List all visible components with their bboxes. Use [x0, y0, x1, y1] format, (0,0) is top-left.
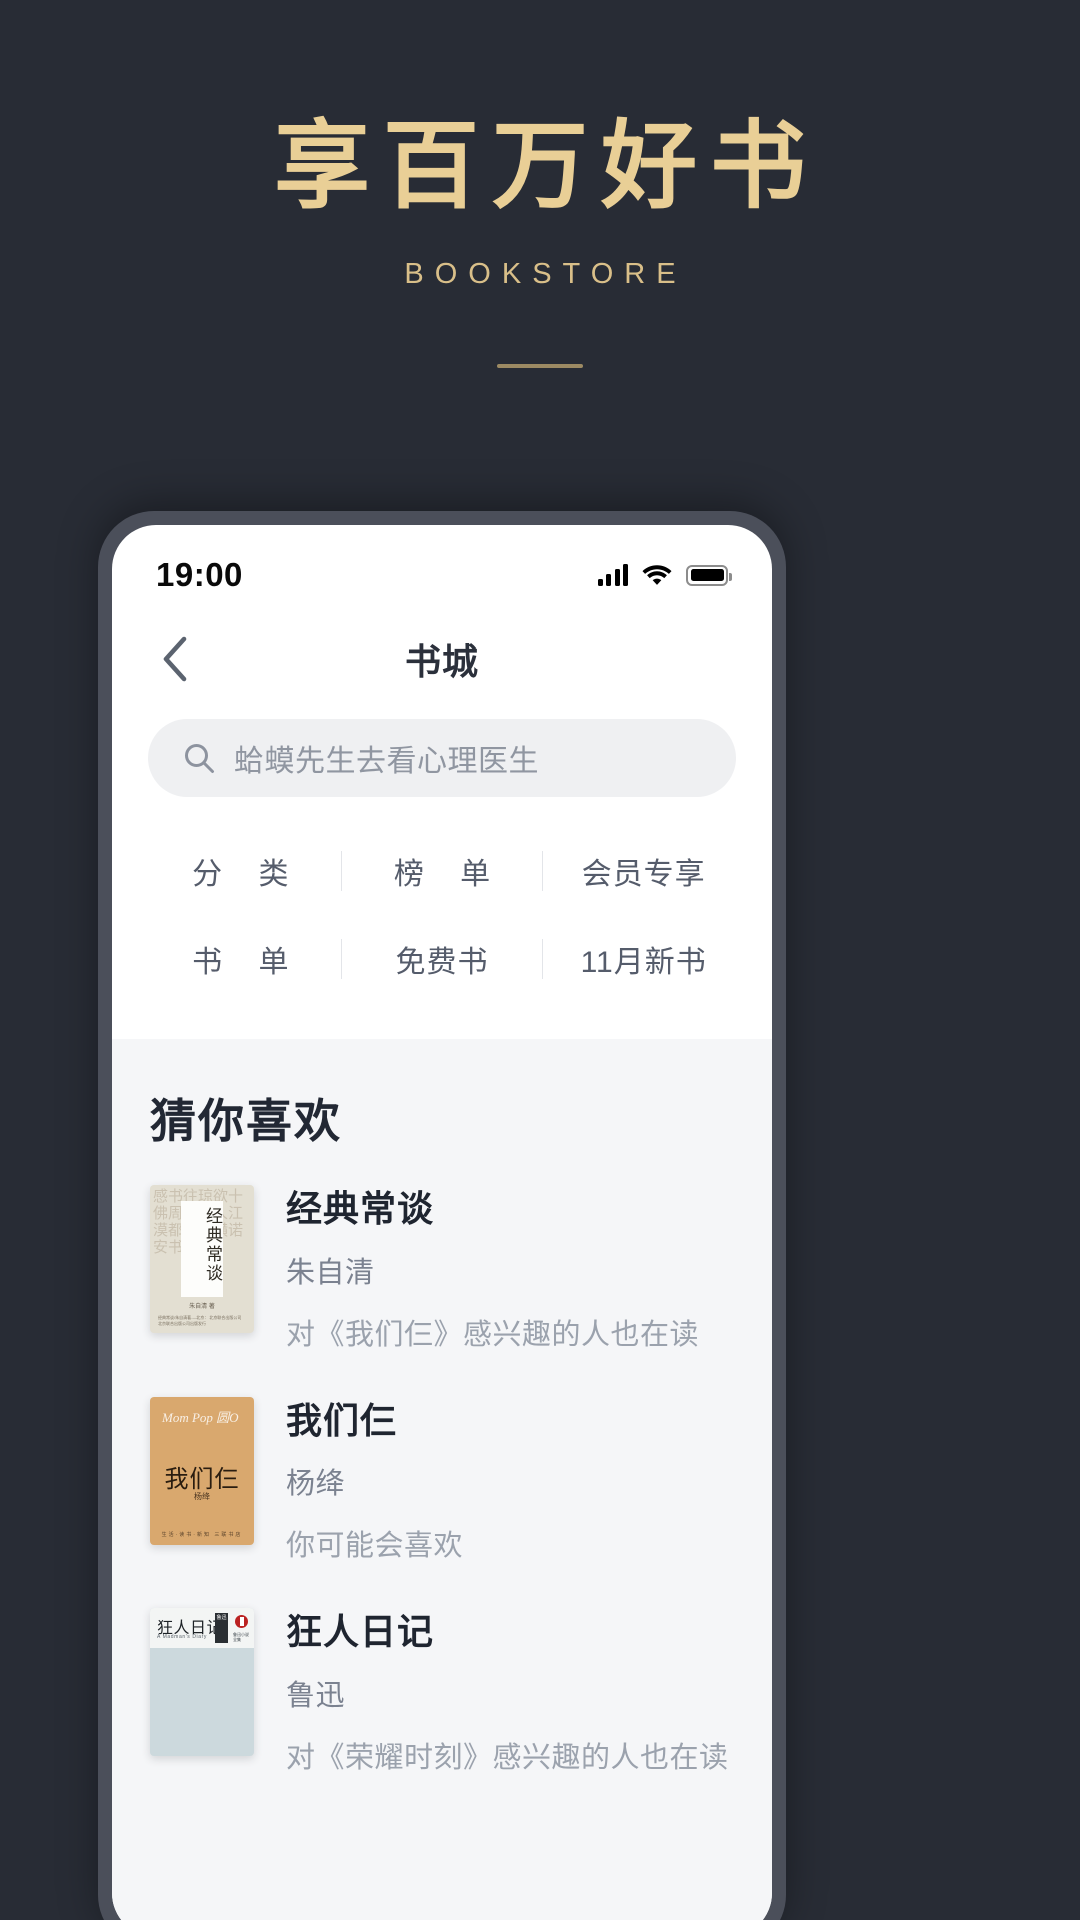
book-description: 对《荣耀时刻》感兴趣的人也在读: [286, 1741, 729, 1774]
section-title-recommend: 猜你喜欢: [150, 1096, 342, 1147]
battery-full-icon: [686, 564, 732, 586]
quick-nav-row-1: 分 类 榜 单 会员专享: [140, 827, 744, 915]
cover-bar-text: 鲁迅: [216, 1615, 227, 1622]
list-item[interactable]: 狂人日记 A Madman's Diary 鲁迅 鲁迅小说全集 狂人日记 鲁迅 …: [150, 1608, 734, 1776]
cover-title-text: 经典常谈: [203, 1207, 222, 1283]
cover-publisher-text: 经典常谈/朱自清著.—北京： 北京联合出版公司 北京联合出版公司出版发行: [158, 1315, 242, 1326]
page-title: 享百万好书: [274, 113, 819, 220]
status-bar: 19:00: [112, 525, 772, 611]
status-time: 19:00: [156, 556, 243, 593]
quick-nav-ranking[interactable]: 榜 单: [342, 827, 543, 915]
chevron-left-icon: [161, 636, 187, 682]
recommend-section: 猜你喜欢 感书往琼欲十佛周国春人江漠都尚谢横诺安书古乐 经典常谈 朱自清 著 经…: [112, 1039, 772, 1920]
phone-screen: 19:00 书城 蛤蟆先生去看心理医生 分 类 榜 单 会员专享 书 单 免费书…: [112, 525, 772, 1920]
search-input[interactable]: 蛤蟆先生去看心理医生: [148, 719, 736, 797]
divider-rule: [497, 363, 583, 368]
quick-nav-free-books[interactable]: 免费书: [342, 915, 543, 1003]
search-section: 蛤蟆先生去看心理医生: [112, 707, 772, 797]
hero-section: 享百万好书 BOOKSTORE: [0, 0, 1080, 368]
book-description: 对《我们仨》感兴趣的人也在读: [286, 1318, 700, 1351]
quick-nav-november-new[interactable]: 11月新书: [543, 915, 744, 1003]
book-author: 鲁迅: [286, 1679, 346, 1712]
cover-title-text: 我们仨: [164, 1466, 240, 1493]
cover-english-title: A Madman's Diary: [157, 1634, 208, 1641]
quick-nav-grid: 分 类 榜 单 会员专享 书 单 免费书 11月新书: [112, 797, 772, 1039]
back-button[interactable]: [148, 633, 200, 685]
quick-nav-row-2: 书 单 免费书 11月新书: [140, 915, 744, 1003]
cover-bar: 鲁迅: [215, 1613, 228, 1644]
book-description: 你可能会喜欢: [286, 1530, 464, 1563]
book-author: 朱自清: [286, 1256, 375, 1289]
list-item[interactable]: 感书往琼欲十佛周国春人江漠都尚谢横诺安书古乐 经典常谈 朱自清 著 经典常谈/朱…: [150, 1185, 734, 1353]
book-title: 经典常谈: [286, 1188, 435, 1229]
quick-nav-category[interactable]: 分 类: [140, 827, 341, 915]
cover-author-text: 朱自清 著: [189, 1304, 215, 1310]
phone-mockup: 19:00 书城 蛤蟆先生去看心理医生 分 类 榜 单 会员专享 书 单 免费书…: [98, 511, 786, 1920]
quick-nav-member-exclusive[interactable]: 会员专享: [543, 827, 744, 915]
app-navbar: 书城: [112, 611, 772, 707]
quick-nav-booklist[interactable]: 书 单: [140, 915, 341, 1003]
status-icons: [597, 564, 732, 586]
book-meta: 狂人日记 鲁迅 对《荣耀时刻》感兴趣的人也在读: [286, 1608, 734, 1776]
book-cover: 感书往琼欲十佛周国春人江漠都尚谢横诺安书古乐 经典常谈 朱自清 著 经典常谈/朱…: [150, 1185, 254, 1333]
book-cover: Mom Pop 圆O 我们仨 杨绛 生活·读书·新知 三联书店: [150, 1396, 254, 1545]
cover-publisher-text: 生活·读书·新知 三联书店: [161, 1531, 243, 1538]
book-author: 杨绛: [286, 1468, 346, 1501]
cellular-signal-icon: [597, 564, 628, 586]
book-title: 狂人日记: [286, 1611, 435, 1653]
page-title-bookstore: 书城: [404, 641, 479, 682]
book-meta: 我们仨 杨绛 你可能会喜欢: [286, 1397, 734, 1565]
cover-side-text: 鲁迅小说全集: [233, 1632, 249, 1643]
cover-author-text: 杨绛: [194, 1491, 210, 1501]
book-title: 我们仨: [286, 1399, 398, 1441]
search-placeholder: 蛤蟆先生去看心理医生: [234, 745, 539, 778]
book-cover: 狂人日记 A Madman's Diary 鲁迅 鲁迅小说全集: [150, 1608, 254, 1757]
search-icon: [182, 741, 216, 775]
page-subtitle: BOOKSTORE: [404, 257, 687, 290]
book-list: 感书往琼欲十佛周国春人江漠都尚谢横诺安书古乐 经典常谈 朱自清 著 经典常谈/朱…: [112, 1151, 772, 1776]
wifi-icon: [642, 564, 672, 586]
list-item[interactable]: Mom Pop 圆O 我们仨 杨绛 生活·读书·新知 三联书店 我们仨 杨绛 你…: [150, 1396, 734, 1565]
book-meta: 经典常谈 朱自清 对《我们仨》感兴趣的人也在读: [286, 1185, 734, 1353]
cover-english-title: Mom Pop 圆O: [162, 1409, 239, 1425]
